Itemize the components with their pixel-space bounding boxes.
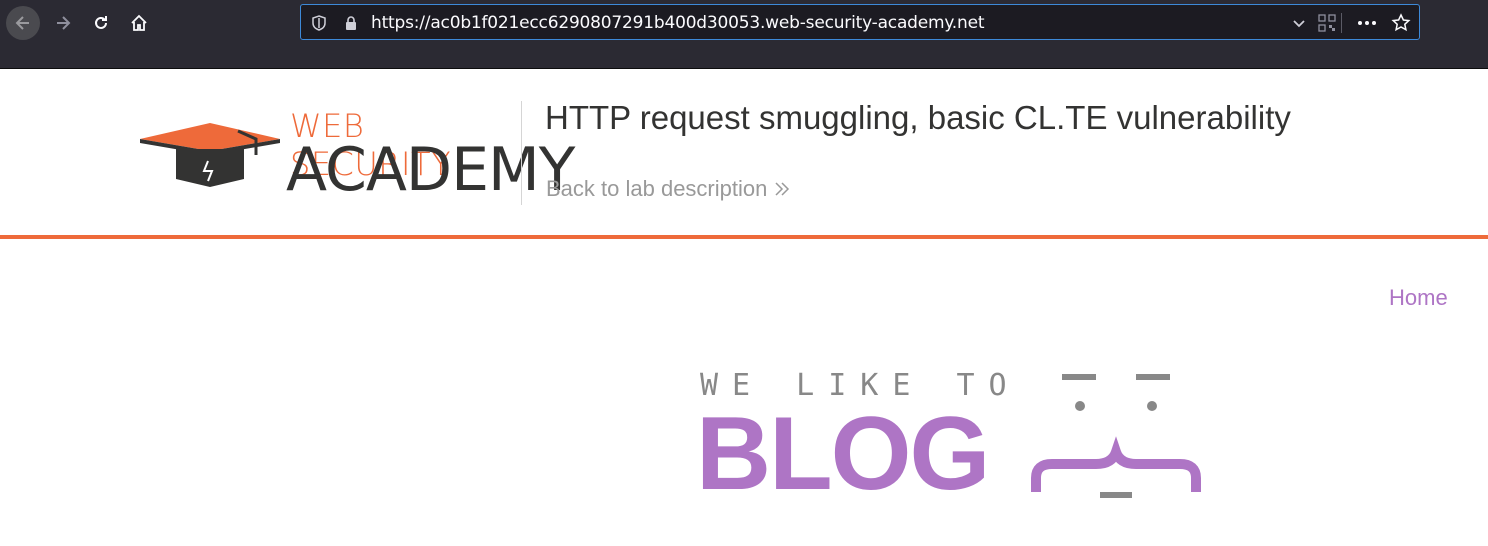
back-button[interactable] [6, 6, 40, 40]
home-nav-link[interactable]: Home [1389, 285, 1448, 311]
more-actions-icon[interactable] [1357, 13, 1377, 33]
academy-logo[interactable]: WEB SECURITY ACADEMY [138, 99, 575, 205]
url-text[interactable]: https://ac0b1f021ecc6290807291b400d30053… [371, 13, 985, 33]
home-icon [131, 14, 147, 31]
forward-arrow-icon [57, 16, 71, 30]
logo-text-academy: ACADEMY [286, 135, 575, 205]
tracking-shield-icon[interactable] [309, 13, 329, 33]
browser-toolbar: https://ac0b1f021ecc6290807291b400d30053… [0, 0, 1488, 69]
chevron-down-icon[interactable] [1289, 13, 1309, 33]
bookmark-star-icon[interactable] [1391, 13, 1411, 33]
back-link-label: Back to lab description [546, 176, 768, 201]
urlbar-separator [1341, 13, 1342, 33]
academy-header: WEB SECURITY ACADEMY HTTP request smuggl… [0, 69, 1488, 239]
graduation-cap-icon [140, 123, 280, 187]
home-button[interactable] [122, 6, 156, 40]
lab-title: HTTP request smuggling, basic CL.TE vuln… [545, 99, 1291, 136]
header-divider [521, 101, 522, 205]
lock-icon[interactable] [341, 13, 361, 33]
back-arrow-icon [15, 16, 29, 30]
qr-code-icon[interactable] [1317, 13, 1337, 33]
blog-banner-title: BLOG [696, 396, 990, 512]
forward-button[interactable] [46, 6, 80, 40]
reload-icon [95, 16, 107, 29]
reload-button[interactable] [84, 6, 118, 40]
back-to-lab-description-link[interactable]: Back to lab description [546, 176, 791, 202]
url-bar[interactable]: https://ac0b1f021ecc6290807291b400d30053… [300, 4, 1420, 40]
double-chevron-right-icon [775, 182, 790, 196]
blog-face-icon [1031, 374, 1201, 498]
blog-banner: WE LIKE TO BLOG [696, 368, 1216, 508]
